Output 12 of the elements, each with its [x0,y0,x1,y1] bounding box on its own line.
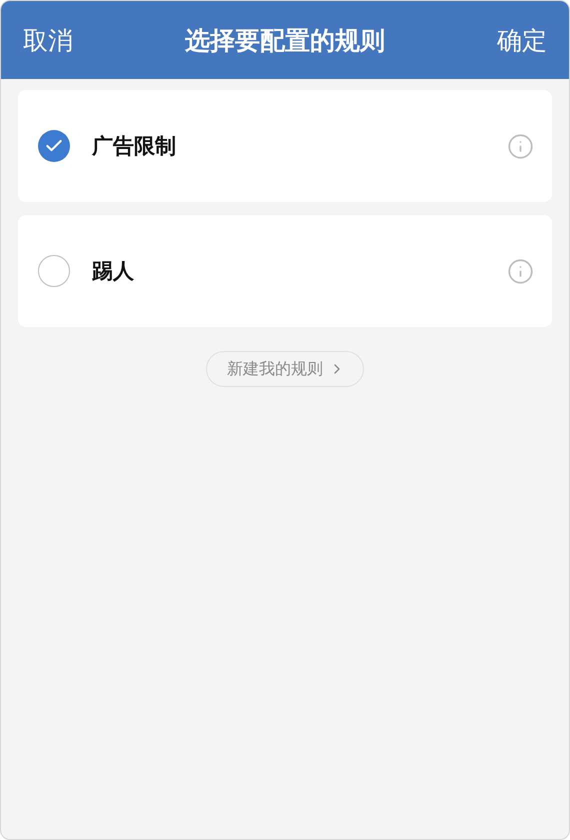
rule-label: 广告限制 [92,133,177,160]
confirm-button[interactable]: 确定 [497,24,547,56]
page-title: 选择要配置的规则 [185,24,385,56]
rule-card[interactable]: 踢人 [18,215,552,327]
rule-card[interactable]: 广告限制 [18,90,552,202]
radio-button[interactable] [38,130,70,162]
info-icon[interactable] [507,132,534,160]
new-rule-button[interactable]: 新建我的规则 [206,351,364,387]
cancel-button[interactable]: 取消 [23,24,73,56]
radio-button[interactable] [38,255,70,287]
info-icon[interactable] [507,258,534,284]
rule-label: 踢人 [92,258,135,285]
